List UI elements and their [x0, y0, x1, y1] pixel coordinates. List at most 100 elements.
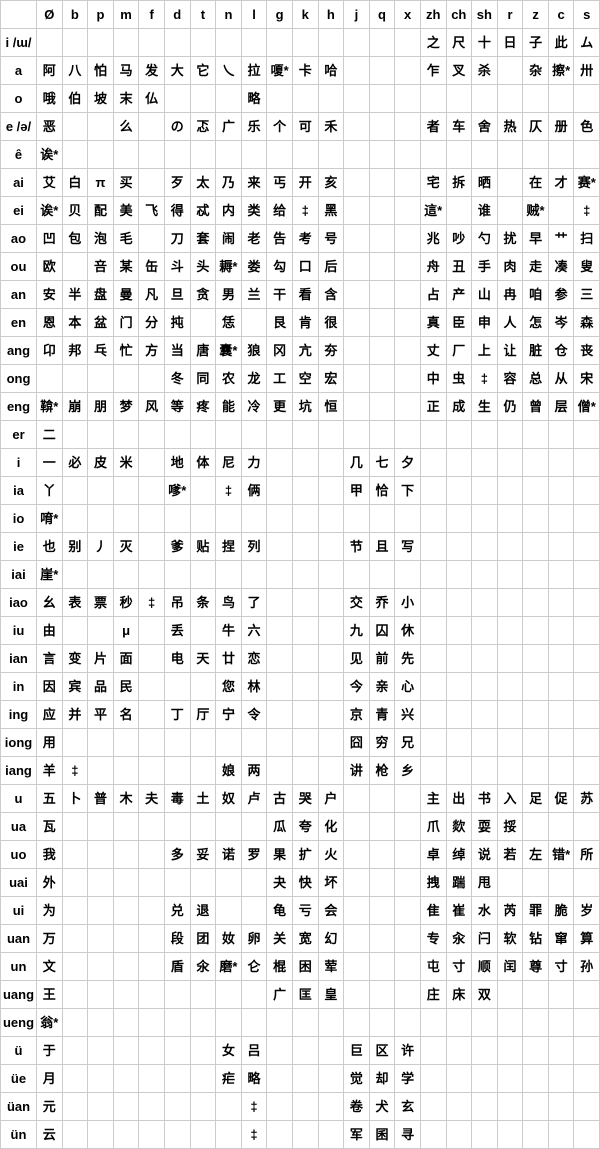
cell: 巨 [344, 1037, 370, 1065]
cell: 寸 [446, 953, 472, 981]
cell [548, 869, 574, 897]
cell: 宾 [62, 673, 88, 701]
cell [190, 1065, 216, 1093]
cell [216, 29, 242, 57]
cell: 者 [420, 113, 446, 141]
cell: 更 [267, 393, 293, 421]
cell: 考 [292, 225, 318, 253]
cell: 成 [446, 393, 472, 421]
cell: 热 [497, 113, 523, 141]
table-row: iong用囧穷兄 [1, 729, 600, 757]
cell [139, 1121, 165, 1149]
cell: 忙 [113, 337, 139, 365]
cell: 段 [164, 925, 190, 953]
cell: 晒 [472, 169, 498, 197]
cell [574, 981, 600, 1009]
cell: 土 [190, 785, 216, 813]
cell [395, 505, 421, 533]
cell [292, 1093, 318, 1121]
cell [420, 449, 446, 477]
cell [88, 729, 114, 757]
row-header: üan [1, 1093, 37, 1121]
table-row: uo我多妥诺罗果扩火卓绰说若左错*所 [1, 841, 600, 869]
cell [216, 981, 242, 1009]
cell: 娘 [216, 757, 242, 785]
cell [62, 505, 88, 533]
cell: ‡ [216, 477, 242, 505]
cell [164, 505, 190, 533]
cell [369, 841, 395, 869]
cell [574, 561, 600, 589]
cell [62, 981, 88, 1009]
cell: 末 [113, 85, 139, 113]
cell: 三 [574, 281, 600, 309]
cell: 广 [267, 981, 293, 1009]
cell [420, 673, 446, 701]
cell [446, 701, 472, 729]
cell: 口 [292, 253, 318, 281]
row-header: ou [1, 253, 37, 281]
cell [420, 1065, 446, 1093]
cell [318, 1065, 344, 1093]
cell: 册 [548, 113, 574, 141]
cell [190, 561, 216, 589]
cell [113, 1037, 139, 1065]
cell [446, 505, 472, 533]
cell [446, 533, 472, 561]
cell: 幻 [318, 925, 344, 953]
cell: 白 [62, 169, 88, 197]
cell: 于 [37, 1037, 63, 1065]
cell: 灭 [113, 533, 139, 561]
cell: 九 [344, 617, 370, 645]
cell [446, 561, 472, 589]
table-row: uai外夬快坏拽踹甩 [1, 869, 600, 897]
cell [62, 29, 88, 57]
col-header: c [548, 1, 574, 29]
table-row: an安半盘曼凡旦贪男兰干看含占产山冉咱参三 [1, 281, 600, 309]
cell [446, 1037, 472, 1065]
cell: 奻 [216, 925, 242, 953]
cell: 电 [164, 645, 190, 673]
cell: 当 [164, 337, 190, 365]
cell: 吊 [164, 589, 190, 617]
cell [190, 477, 216, 505]
cell [88, 953, 114, 981]
cell [497, 981, 523, 1009]
cell [497, 1009, 523, 1037]
cell [395, 561, 421, 589]
cell: 恒 [318, 393, 344, 421]
cell: 這* [420, 197, 446, 225]
cell [497, 477, 523, 505]
col-header: k [292, 1, 318, 29]
table-row: ü于女吕巨区许 [1, 1037, 600, 1065]
cell: 促 [548, 785, 574, 813]
cell: 关 [267, 925, 293, 953]
cell [420, 141, 446, 169]
cell [139, 841, 165, 869]
row-header: ian [1, 645, 37, 673]
cell [88, 1065, 114, 1093]
cell: 安 [37, 281, 63, 309]
cell: 老 [241, 225, 267, 253]
cell: 恰 [369, 477, 395, 505]
cell: 秒 [113, 589, 139, 617]
cell [523, 421, 549, 449]
cell: ‡ [241, 1093, 267, 1121]
cell [369, 29, 395, 57]
cell: 肉 [497, 253, 523, 281]
cell: 下 [395, 477, 421, 505]
cell: 坏 [318, 869, 344, 897]
cell [446, 1121, 472, 1149]
cell [548, 421, 574, 449]
cell: 民 [113, 673, 139, 701]
cell: 崖* [37, 561, 63, 589]
cell: 舟 [420, 253, 446, 281]
cell [446, 1065, 472, 1093]
cell [190, 673, 216, 701]
cell: 恩 [37, 309, 63, 337]
cell: 讲 [344, 757, 370, 785]
cell [574, 1009, 600, 1037]
table-row: en恩本盆门分扽恁艮肯很真臣申人怎岑森 [1, 309, 600, 337]
cell: 美 [113, 197, 139, 225]
cell [190, 617, 216, 645]
